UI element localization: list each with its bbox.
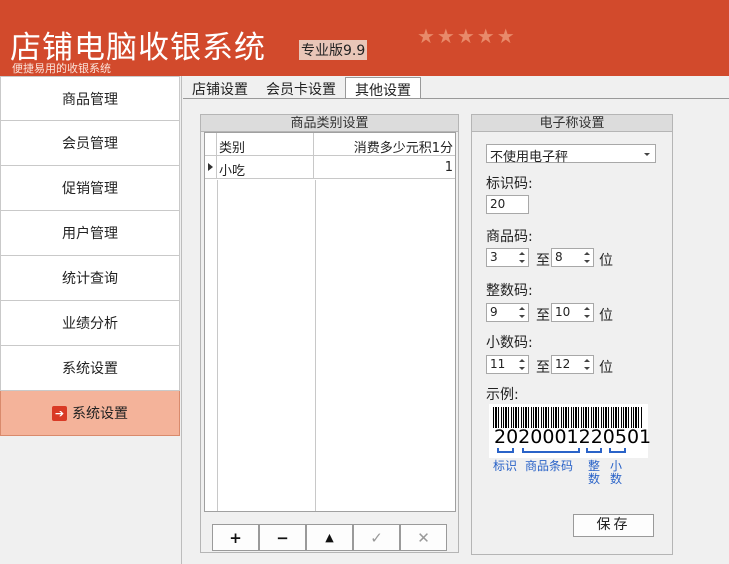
to-label: 至	[536, 308, 550, 324]
row-pointer-icon	[208, 163, 213, 171]
unit-label: 位	[599, 360, 613, 376]
sidebar: 商品管理 会员管理 促销管理 用户管理 统计查询 业绩分析 系统设置 ➔ 系统设…	[0, 76, 182, 564]
id-code-input[interactable]: 20	[486, 195, 529, 214]
delete-row-button[interactable]: −	[259, 524, 306, 551]
tab-other-settings[interactable]: 其他设置	[345, 77, 421, 99]
cancel-button[interactable]: ✕	[400, 524, 447, 551]
legend-product: 商品条码	[525, 459, 574, 473]
edition-badge: 专业版9.9	[299, 40, 368, 60]
integer-code-label: 整数码:	[486, 283, 533, 299]
sidebar-item-statistics[interactable]: 统计查询	[0, 256, 180, 301]
column-header-category[interactable]: 类别	[217, 133, 314, 156]
sidebar-item-performance[interactable]: 业绩分析	[0, 301, 180, 346]
product-code-label: 商品码:	[486, 229, 533, 245]
sidebar-item-label: 商品管理	[62, 91, 118, 108]
product-from-stepper[interactable]: 3	[486, 248, 529, 267]
legend-decimal: 小数	[610, 459, 623, 486]
sidebar-item-label: 系统设置	[72, 406, 128, 422]
bracket-decimal	[609, 448, 626, 453]
sidebar-item-label: 系统设置	[62, 361, 118, 377]
scale-panel: 电子称设置 不使用电子秤 标识码: 20 商品码: 3 至 8 位 整数码: 9…	[471, 114, 673, 555]
exit-icon: ➔	[52, 405, 67, 421]
sidebar-item-label: 用户管理	[62, 226, 118, 242]
sidebar-item-label: 会员管理	[62, 136, 118, 152]
tab-member-card-settings[interactable]: 会员卡设置	[257, 77, 345, 99]
rating-stars: ★★★★★	[417, 24, 517, 48]
column-header-points[interactable]: 消费多少元积1分	[314, 133, 455, 156]
sidebar-item-users[interactable]: 用户管理	[0, 211, 180, 256]
move-up-button[interactable]: ▲	[306, 524, 353, 551]
decimal-from-stepper[interactable]: 11	[486, 355, 529, 374]
sidebar-item-system-settings-active[interactable]: ➔ 系统设置	[0, 391, 180, 436]
integer-to-stepper[interactable]: 10	[551, 303, 594, 322]
sidebar-item-members[interactable]: 会员管理	[0, 121, 180, 166]
sidebar-item-label: 统计查询	[62, 271, 118, 287]
cell-points[interactable]: 1	[314, 156, 455, 178]
bracket-integer	[586, 448, 602, 453]
legend-integer: 整数	[588, 459, 601, 486]
unit-label: 位	[599, 253, 613, 269]
grid-toolbar: + − ▲ ✓ ✕	[212, 524, 447, 551]
scale-mode-value: 不使用电子秤	[490, 150, 569, 165]
example-label: 示例:	[486, 387, 519, 403]
legend-id: 标识	[493, 459, 518, 473]
confirm-button[interactable]: ✓	[353, 524, 400, 551]
table-row[interactable]: 小吃 1	[205, 156, 455, 179]
category-grid[interactable]: 类别 消费多少元积1分 小吃 1	[204, 132, 456, 512]
integer-from-stepper[interactable]: 9	[486, 303, 529, 322]
grid-header: 类别 消费多少元积1分	[205, 133, 455, 156]
category-panel-title: 商品类别设置	[201, 115, 458, 132]
to-label: 至	[536, 360, 550, 376]
scale-panel-title: 电子称设置	[472, 115, 672, 132]
save-button[interactable]: 保存	[573, 514, 654, 537]
decimal-code-label: 小数码:	[486, 335, 533, 351]
app-header: 店铺电脑收银系统 专业版9.9 ★★★★★ 便捷易用的收银系统	[0, 0, 729, 76]
sidebar-item-label: 业绩分析	[62, 316, 118, 332]
bracket-product	[522, 448, 580, 453]
bracket-id	[497, 448, 514, 453]
tab-content: 商品类别设置 类别 消费多少元积1分 小吃 1 + − ▲ ✓ ✕ 电子称设置	[183, 99, 729, 564]
category-panel: 商品类别设置 类别 消费多少元积1分 小吃 1 + − ▲ ✓ ✕	[200, 114, 459, 553]
barcode-bars	[493, 407, 643, 428]
chevron-down-icon	[644, 153, 650, 156]
decimal-to-stepper[interactable]: 12	[551, 355, 594, 374]
add-row-button[interactable]: +	[212, 524, 259, 551]
sidebar-item-products[interactable]: 商品管理	[0, 76, 180, 121]
product-to-stepper[interactable]: 8	[551, 248, 594, 267]
scale-mode-select[interactable]: 不使用电子秤	[486, 144, 656, 165]
settings-tabs: 店铺设置 会员卡设置 其他设置	[183, 77, 421, 99]
sidebar-item-label: 促销管理	[62, 181, 118, 197]
to-label: 至	[536, 253, 550, 269]
tab-store-settings[interactable]: 店铺设置	[183, 77, 257, 99]
cell-category[interactable]: 小吃	[217, 156, 314, 179]
unit-label: 位	[599, 308, 613, 324]
id-code-label: 标识码:	[486, 176, 533, 192]
barcode-number: 2020001220501	[494, 426, 652, 448]
sidebar-item-promotions[interactable]: 促销管理	[0, 166, 180, 211]
app-tagline: 便捷易用的收银系统	[12, 62, 111, 75]
sidebar-item-settings[interactable]: 系统设置	[0, 346, 180, 391]
